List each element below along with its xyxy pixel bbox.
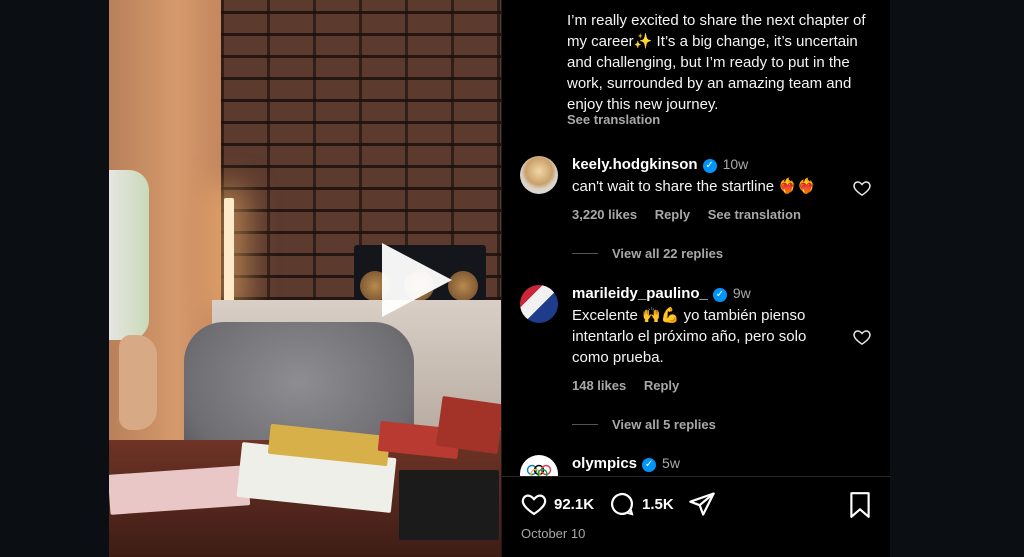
reply-button[interactable]: Reply xyxy=(644,378,679,393)
reply-button[interactable]: Reply xyxy=(655,207,690,222)
comment-text: can't wait to share the startline ❤️‍🔥❤️… xyxy=(572,178,816,195)
comment-username[interactable]: olympics ✓ 5w xyxy=(572,455,680,472)
comment-meta: 3,220 likes Reply See translation xyxy=(572,207,815,222)
heart-icon[interactable] xyxy=(852,178,872,198)
username-text[interactable]: olympics xyxy=(572,455,637,472)
comment-time[interactable]: 5w xyxy=(662,455,680,471)
like-button[interactable]: 92.1K xyxy=(520,490,594,518)
post-caption: I’m really excited to share the next cha… xyxy=(567,12,866,113)
avatar[interactable] xyxy=(520,156,558,194)
comment-likes[interactable]: 148 likes xyxy=(572,378,626,393)
see-translation-link[interactable]: See translation xyxy=(708,207,801,222)
comment-meta: 148 likes Reply xyxy=(572,378,693,393)
comment-username[interactable]: keely.hodgkinson ✓ 10w xyxy=(572,156,748,173)
comment-username[interactable]: marileidy_paulino_ ✓ 9w xyxy=(572,285,751,302)
username-text[interactable]: marileidy_paulino_ xyxy=(572,285,708,302)
verified-icon: ✓ xyxy=(642,458,657,472)
comment-time[interactable]: 9w xyxy=(733,285,751,301)
video-table xyxy=(109,395,501,557)
likes-count[interactable]: 92.1K xyxy=(554,496,594,513)
comment-item: olympics ✓ 5w xyxy=(502,455,891,476)
post-date: October 10 xyxy=(521,526,586,541)
avatar[interactable] xyxy=(520,455,558,476)
video-hand xyxy=(119,335,157,430)
share-button[interactable] xyxy=(688,490,716,518)
actions-divider xyxy=(502,476,891,477)
video-lamp xyxy=(224,198,234,303)
bookmark-icon[interactable] xyxy=(847,491,873,519)
username-text[interactable]: keely.hodgkinson xyxy=(572,156,698,173)
olympic-rings-icon xyxy=(526,464,552,476)
video-arm xyxy=(109,170,149,340)
heart-icon[interactable] xyxy=(520,490,548,518)
caption-see-translation[interactable]: See translation xyxy=(567,112,660,127)
verified-icon: ✓ xyxy=(702,159,717,173)
play-icon[interactable] xyxy=(382,243,452,317)
comments-panel: I’m really excited to share the next cha… xyxy=(501,0,891,557)
comment-likes[interactable]: 3,220 likes xyxy=(572,207,637,222)
view-replies-button[interactable]: View all 22 replies xyxy=(572,246,723,261)
verified-icon: ✓ xyxy=(712,288,727,302)
avatar[interactable] xyxy=(520,285,558,323)
heart-icon[interactable] xyxy=(852,327,872,347)
share-icon[interactable] xyxy=(688,490,716,518)
comment-time[interactable]: 10w xyxy=(723,156,749,172)
view-replies-button[interactable]: View all 5 replies xyxy=(572,417,716,432)
comment-button[interactable]: 1.5K xyxy=(608,490,674,518)
comment-icon[interactable] xyxy=(608,490,636,518)
comments-count[interactable]: 1.5K xyxy=(642,496,674,513)
comment-text: Excelente 🙌💪 yo también pienso intentarl… xyxy=(572,307,807,366)
post-video[interactable] xyxy=(109,0,501,557)
action-bar: 92.1K 1.5K xyxy=(520,490,730,518)
